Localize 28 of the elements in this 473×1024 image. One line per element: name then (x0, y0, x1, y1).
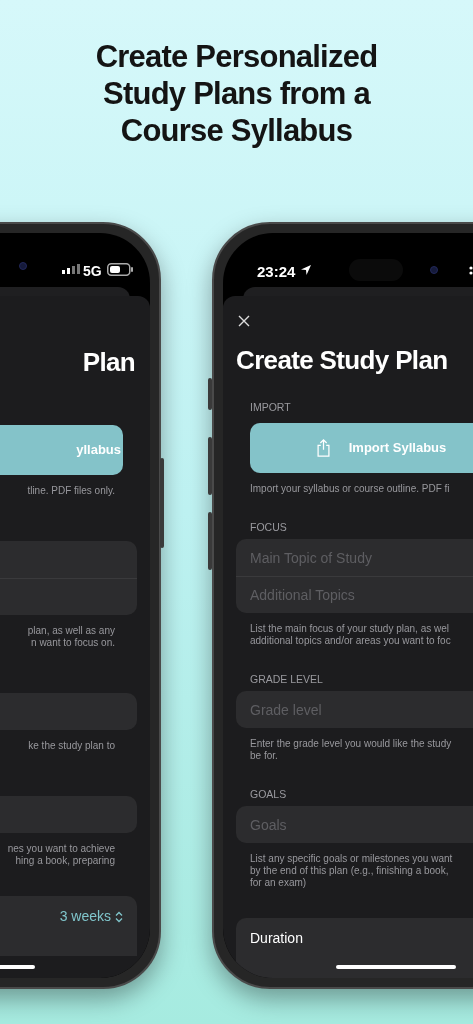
close-icon (238, 315, 250, 327)
help-text: nes you want to achieve hing a book, preparing (7, 843, 116, 867)
section-label: GOALS (249, 788, 288, 801)
help-text: List the main focus of your study plan, as wel additional topics and/or areas you want to foc (249, 623, 451, 647)
battery-icon (107, 263, 133, 276)
headline: Create Personalized Study Plans from a Course Syllabus (95, 38, 378, 149)
import-syllabus-button[interactable]: yllabus (0, 425, 123, 475)
location-arrow-icon (300, 264, 312, 276)
help-text: tline. PDF files only. (27, 485, 116, 497)
section-label: IMPORT (249, 401, 292, 414)
screen-title: Plan (82, 346, 135, 378)
section-label: FOCUS (249, 521, 288, 534)
help-text: ke the study plan to (28, 740, 116, 752)
section-label: GRADE LEVEL (249, 673, 324, 686)
status-time: 23:24 (257, 262, 296, 282)
duration-label: Duration (250, 929, 303, 948)
help-text: List any specific goals or milestones you want by the end of this plan (e.g., finishing a book, for an exam) (249, 853, 453, 889)
screen-title: Create Study Plan (236, 344, 448, 376)
duration-picker[interactable]: 3 weeks (59, 906, 123, 927)
share-icon (315, 439, 331, 457)
camera-lens (19, 262, 27, 270)
chevron-up-down-icon (115, 910, 123, 923)
help-text: Import your syllabus or course outline. PDF fi (249, 483, 450, 495)
help-text: plan, as well as any n want to focus on. (27, 625, 116, 649)
help-text: Enter the grade level you would like the study be for. (249, 738, 452, 762)
camera-lens (430, 266, 438, 274)
import-syllabus-button[interactable]: Import Syllabus (250, 423, 473, 473)
network-label: 5G (83, 262, 102, 281)
